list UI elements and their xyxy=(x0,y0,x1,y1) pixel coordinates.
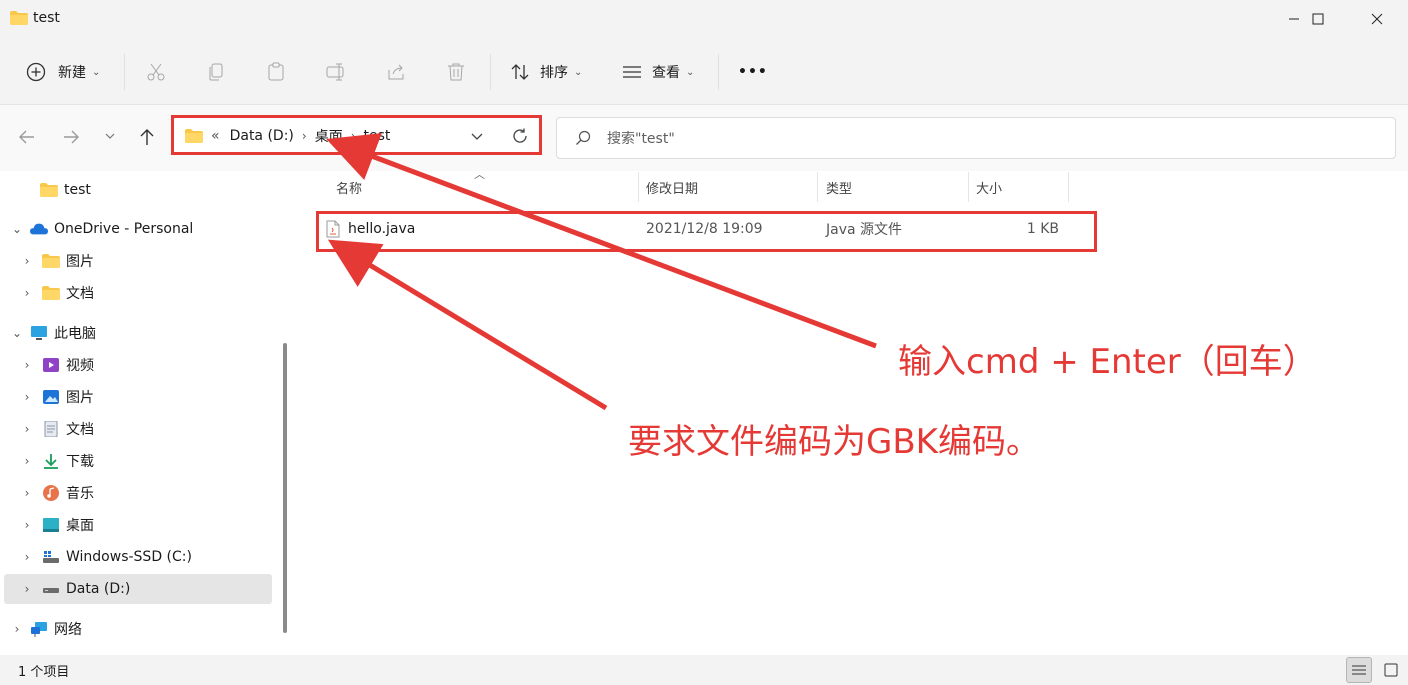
arrow-to-address-bar xyxy=(326,133,877,349)
annotation-encoding-note: 要求文件编码为GBK编码。 xyxy=(628,422,1040,462)
annotation-cmd-note: 输入cmd + Enter（回车） xyxy=(898,342,1317,382)
arrow-to-file xyxy=(327,239,608,411)
